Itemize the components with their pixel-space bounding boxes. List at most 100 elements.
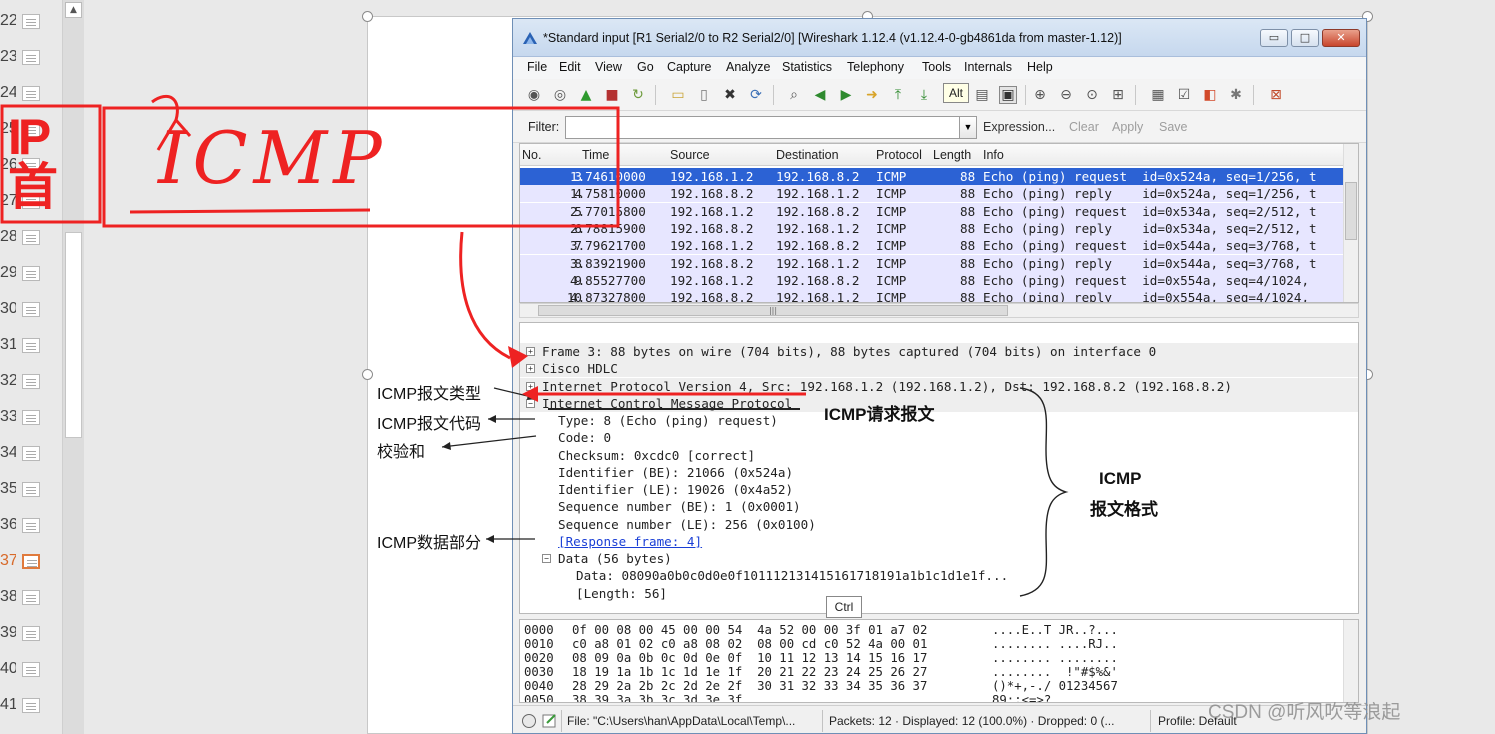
detail-tree-item[interactable]: Code: 0 [520,429,1358,446]
packet-row[interactable]: 7 3.79621700 192.168.1.2 192.168.8.2 ICMP 88 E… [520,237,1344,255]
detail-tree-item[interactable]: − Data (56 bytes) [520,550,1358,567]
slide-preview-icon[interactable] [22,266,40,281]
col-header-protocol[interactable]: Protocol [876,148,922,162]
help-icon[interactable]: ⊠ [1267,86,1285,104]
detail-tree-item[interactable]: [Length: 56] [520,585,1358,602]
apply-button[interactable]: Apply [1112,120,1143,134]
bytes-vscroll[interactable] [1343,620,1358,702]
preferences-icon[interactable]: ✱ [1227,86,1245,104]
options-icon[interactable]: ◎ [551,86,569,104]
packet-row[interactable]: 6 2.78815900 192.168.8.2 192.168.1.2 ICMP 88 E… [520,219,1344,237]
reload-icon[interactable]: ⟳ [747,86,765,104]
detail-tree-item[interactable]: Identifier (LE): 19026 (0x4a52) [520,481,1358,498]
col-header-destination[interactable]: Destination [776,148,839,162]
go-first-icon[interactable]: ⤒ [889,86,907,104]
menu-statistics[interactable]: Statistics [782,60,832,74]
scrollbar-thumb[interactable] [1345,182,1357,240]
expert-info-icon[interactable] [521,713,537,729]
menu-tools[interactable]: Tools [922,60,951,74]
slide-preview-icon[interactable] [22,14,40,29]
go-last-icon[interactable]: ⤓ [915,86,933,104]
slide-preview-icon[interactable] [22,374,40,389]
slide-preview-icon[interactable] [22,626,40,641]
thumbnail-scrollbar[interactable]: ▲ [62,0,84,734]
colorize-icon[interactable]: ▤ [973,86,991,104]
collapse-minus-icon[interactable]: − [542,554,551,563]
slide-thumbnail[interactable]: 41 [0,690,62,726]
slide-thumbnail[interactable]: 29 [0,258,62,294]
slide-preview-icon[interactable] [22,662,40,677]
slide-thumbnail[interactable]: 32 [0,366,62,402]
interfaces-icon[interactable]: ◉ [525,86,543,104]
expand-plus-icon[interactable]: + [526,364,535,374]
close-file-icon[interactable]: ✖ [721,86,739,104]
go-to-packet-icon[interactable]: ➜ [863,86,881,104]
resize-handle-left-middle[interactable] [362,369,373,380]
slide-thumbnail[interactable]: 37 [0,546,62,582]
slide-preview-icon[interactable] [22,302,40,317]
slide-thumbnail[interactable]: 36 [0,510,62,546]
packet-row[interactable]: 5 2.77015800 192.168.1.2 192.168.8.2 ICMP 88 E… [520,202,1344,220]
slide-preview-icon[interactable] [22,338,40,353]
go-back-icon[interactable]: ◀ [811,86,829,104]
slide-thumbnail[interactable]: 23 [0,42,62,78]
zoom-in-icon[interactable]: ⊕ [1031,86,1049,104]
capture-filters-icon[interactable]: ▦ [1149,86,1167,104]
restart-capture-icon[interactable]: ↻ [629,86,647,104]
auto-scroll-icon[interactable]: ▣ [999,86,1017,104]
resize-handle-top-left[interactable] [362,11,373,22]
slide-thumbnail[interactable]: 38 [0,582,62,618]
display-filters-icon[interactable]: ☑ [1175,86,1193,104]
slide-preview-icon[interactable] [22,446,40,461]
display-filter-input[interactable] [565,116,961,139]
slide-thumbnail[interactable]: 33 [0,402,62,438]
packet-row[interactable]: 8 3.83921900 192.168.8.2 192.168.1.2 ICMP 88 E… [520,254,1344,272]
menu-file[interactable]: File [527,60,547,74]
slide-thumbnail[interactable]: 34 [0,438,62,474]
menu-internals[interactable]: Internals [964,60,1012,74]
col-header-time[interactable]: Time [582,148,609,162]
packet-row[interactable]: 4 1.75810000 192.168.8.2 192.168.1.2 ICMP 88 E… [520,185,1344,203]
slide-thumbnail[interactable]: 31 [0,330,62,366]
detail-tree-item[interactable]: + Frame 3: 88 bytes on wire (704 bits), 8… [520,343,1358,360]
col-header-info[interactable]: Info [983,148,1004,162]
col-header-source[interactable]: Source [670,148,710,162]
detail-tree-item[interactable]: Sequence number (LE): 256 (0x0100) [520,516,1358,533]
menu-view[interactable]: View [595,60,622,74]
clear-button[interactable]: Clear [1069,120,1099,134]
detail-tree-item[interactable]: Sequence number (BE): 1 (0x0001) [520,498,1358,515]
go-forward-icon[interactable]: ▶ [837,86,855,104]
slide-preview-icon[interactable] [22,518,40,533]
packet-list-hscroll[interactable]: ||| [519,303,1359,318]
find-packet-icon[interactable]: ⌕ [785,86,803,104]
slide-preview-icon[interactable] [22,230,40,245]
packet-row[interactable]: 9 4.85527700 192.168.1.2 192.168.8.2 ICMP 88 E… [520,271,1344,289]
detail-tree-item[interactable]: + Cisco HDLC [520,360,1358,378]
expand-plus-icon[interactable]: + [526,347,535,356]
minimize-button[interactable]: ▭ [1260,29,1288,47]
expression-button[interactable]: Expression... [983,120,1055,134]
slide-preview-icon[interactable] [22,86,40,101]
normal-size-icon[interactable]: ⊙ [1083,86,1101,104]
menu-edit[interactable]: Edit [559,60,581,74]
menu-go[interactable]: Go [637,60,654,74]
detail-tree-item[interactable]: Type: 8 (Echo (ping) request) [520,412,1358,429]
stop-capture-icon[interactable]: ■ [603,86,621,104]
slide-preview-icon[interactable] [22,410,40,425]
slide-thumbnail[interactable]: 22 [0,6,62,42]
scroll-up-arrow-icon[interactable]: ▲ [65,2,82,18]
start-capture-icon[interactable]: ▲ [577,86,595,104]
slide-preview-icon[interactable] [22,50,40,65]
menu-help[interactable]: Help [1027,60,1053,74]
slide-thumbnail[interactable]: 30 [0,294,62,330]
slide-preview-icon[interactable] [22,554,40,569]
zoom-out-icon[interactable]: ⊖ [1057,86,1075,104]
open-file-icon[interactable]: ▭ [669,86,687,104]
detail-tree-item[interactable]: + Internet Protocol Version 4, Src: 192.1… [520,377,1358,395]
save-file-icon[interactable]: ▯ [695,86,713,104]
response-frame-link[interactable]: [Response frame: 4] [558,533,702,550]
packet-row[interactable]: 10 4.87327800 192.168.8.2 192.168.1.2 ICMP 88… [520,289,1344,302]
detail-tree-item[interactable]: Identifier (BE): 21066 (0x524a) [520,464,1358,481]
menu-capture[interactable]: Capture [667,60,711,74]
coloring-rules-icon[interactable]: ◧ [1201,86,1219,104]
